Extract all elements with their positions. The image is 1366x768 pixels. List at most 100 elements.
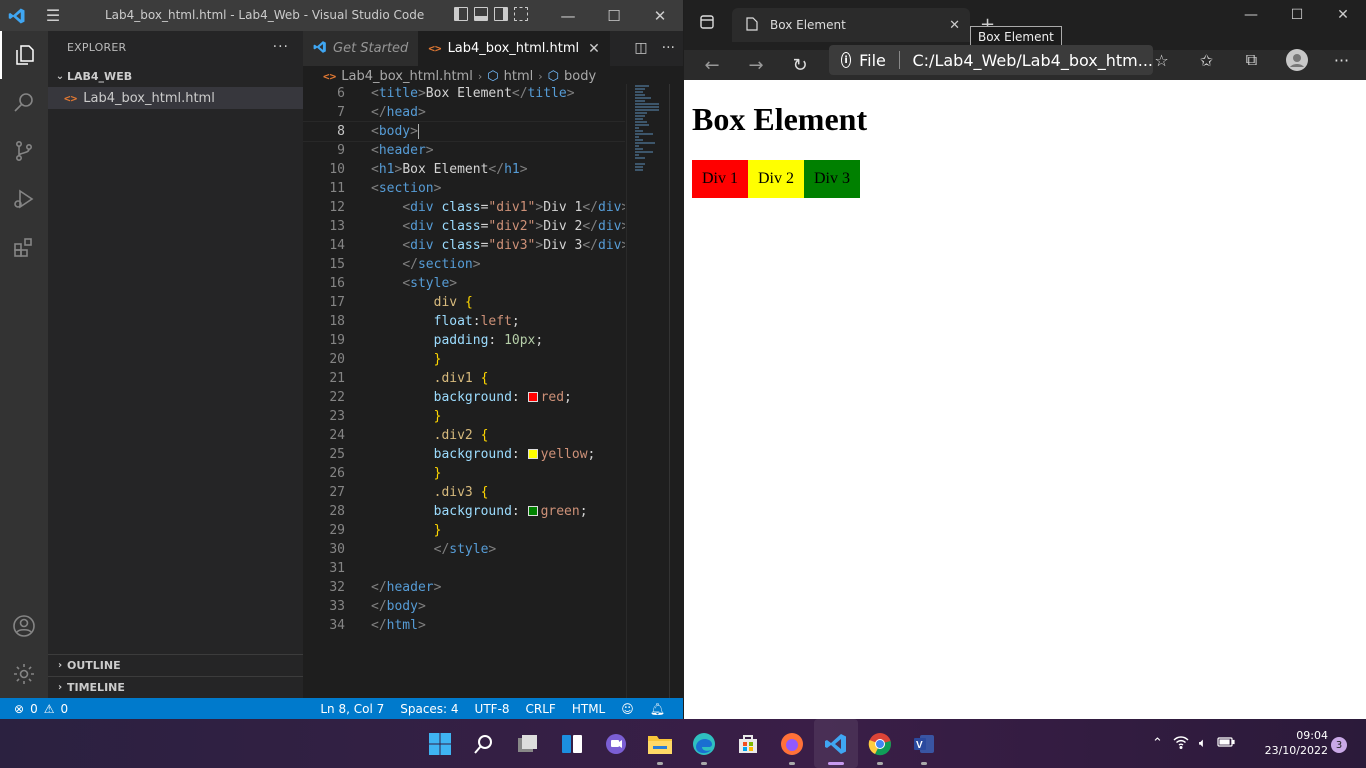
- editor-scrollbar[interactable]: [669, 84, 683, 698]
- code-line[interactable]: 13 <div class="div2">Div 2</div>: [303, 217, 625, 236]
- battery-icon[interactable]: [1217, 736, 1235, 752]
- code-line[interactable]: 26 }: [303, 464, 625, 483]
- teams-chat-icon[interactable]: [594, 719, 638, 768]
- start-icon[interactable]: [418, 719, 462, 768]
- encoding[interactable]: UTF-8: [475, 702, 510, 716]
- breadcrumb-file[interactable]: Lab4_box_html.html: [341, 69, 473, 84]
- code-line[interactable]: 16 <style>: [303, 274, 625, 293]
- timeline-section[interactable]: › TIMELINE: [48, 676, 303, 698]
- code-line[interactable]: 24 .div2 {: [303, 426, 625, 445]
- vscode-icon[interactable]: [814, 719, 858, 768]
- feedback-icon[interactable]: ☺: [621, 702, 634, 716]
- minimize-button[interactable]: —: [1228, 0, 1274, 30]
- add-favorite-icon[interactable]: ☆: [1139, 47, 1184, 73]
- forward-arrow-icon[interactable]: →: [734, 52, 778, 78]
- close-button[interactable]: ✕: [637, 0, 683, 31]
- widgets-icon[interactable]: [550, 719, 594, 768]
- maximize-button[interactable]: ☐: [1274, 0, 1320, 30]
- store-icon[interactable]: [726, 719, 770, 768]
- notification-badge[interactable]: 3: [1331, 737, 1347, 753]
- breadcrumb-html[interactable]: html: [504, 69, 534, 84]
- cursor-position[interactable]: Ln 8, Col 7: [320, 702, 384, 716]
- maximize-button[interactable]: ☐: [591, 0, 637, 31]
- settings-more-icon[interactable]: ···: [1319, 47, 1364, 73]
- customize-layout-icon[interactable]: [514, 7, 528, 21]
- code-line[interactable]: 33 </body>: [303, 597, 625, 616]
- search-icon[interactable]: [462, 719, 506, 768]
- close-button[interactable]: ✕: [1320, 0, 1366, 30]
- code-line[interactable]: 27 .div3 {: [303, 483, 625, 502]
- favorites-icon[interactable]: ✩: [1184, 47, 1229, 73]
- code-editor[interactable]: 6 <title>Box Element</title> 7 </head> 8 <bod…: [303, 84, 625, 689]
- wifi-icon[interactable]: [1173, 735, 1189, 753]
- explorer-icon[interactable]: [0, 31, 48, 79]
- workspace-folder[interactable]: ⌄ LAB4_WEB: [48, 65, 303, 87]
- toggle-panel-icon[interactable]: [474, 7, 488, 21]
- refresh-icon[interactable]: ↻: [778, 52, 822, 78]
- language-mode[interactable]: HTML: [572, 702, 605, 716]
- settings-gear-icon[interactable]: [0, 650, 48, 698]
- code-line[interactable]: 7 </head>: [303, 103, 625, 122]
- visio-icon[interactable]: V: [902, 719, 946, 768]
- edge-icon[interactable]: [682, 719, 726, 768]
- volume-icon[interactable]: 🔈︎: [1199, 736, 1207, 751]
- extensions-icon[interactable]: [0, 223, 48, 271]
- minimize-button[interactable]: —: [545, 0, 591, 31]
- accounts-icon[interactable]: [0, 602, 48, 650]
- explorer-file-item[interactable]: <> Lab4_box_html.html: [48, 87, 303, 109]
- firefox-icon[interactable]: [770, 719, 814, 768]
- task-view-icon[interactable]: [506, 719, 550, 768]
- code-line[interactable]: 19 padding: 10px;: [303, 331, 625, 350]
- code-line[interactable]: 20 }: [303, 350, 625, 369]
- code-line[interactable]: 31: [303, 559, 625, 578]
- chevron-up-icon[interactable]: ⌃: [1152, 736, 1163, 751]
- clock[interactable]: 09:04 23/10/2022: [1258, 728, 1328, 758]
- breadcrumb-body[interactable]: body: [564, 69, 596, 84]
- run-debug-icon[interactable]: [0, 175, 48, 223]
- code-line[interactable]: 6 <title>Box Element</title>: [303, 84, 625, 103]
- toggle-secondary-sidebar-icon[interactable]: [494, 7, 508, 21]
- code-line[interactable]: 18 float:left;: [303, 312, 625, 331]
- more-actions-icon[interactable]: ···: [662, 40, 675, 56]
- notifications-bell-icon[interactable]: 🔔︎: [650, 702, 665, 716]
- code-line[interactable]: 9 <header>: [303, 141, 625, 160]
- tab-actions-menu-icon[interactable]: [699, 14, 717, 32]
- more-actions-icon[interactable]: ···: [273, 39, 289, 55]
- back-arrow-icon[interactable]: ←: [690, 52, 734, 78]
- tab-lab4-box-html[interactable]: <> Lab4_box_html.html ✕: [418, 31, 610, 66]
- code-line[interactable]: 30 </style>: [303, 540, 625, 559]
- outline-section[interactable]: › OUTLINE: [48, 654, 303, 676]
- code-line[interactable]: 28 background: green;: [303, 502, 625, 521]
- code-line[interactable]: 10 <h1>Box Element</h1>: [303, 160, 625, 179]
- code-line[interactable]: 21 .div1 {: [303, 369, 625, 388]
- collections-icon[interactable]: ⧉: [1229, 47, 1274, 73]
- browser-tab[interactable]: Box Element ✕: [732, 8, 970, 42]
- chrome-icon[interactable]: [858, 719, 902, 768]
- code-line[interactable]: 14 <div class="div3">Div 3</div>: [303, 236, 625, 255]
- address-bar[interactable]: i File C:/Lab4_Web/Lab4_box_htm...: [829, 45, 1153, 75]
- code-line[interactable]: 8 <body>: [303, 121, 625, 142]
- toggle-sidebar-icon[interactable]: [454, 7, 468, 21]
- minimap[interactable]: [626, 84, 670, 698]
- file-explorer-icon[interactable]: [638, 719, 682, 768]
- close-tab-icon[interactable]: ✕: [949, 18, 960, 33]
- tab-get-started[interactable]: Get Started: [303, 31, 419, 66]
- code-line[interactable]: 29 }: [303, 521, 625, 540]
- profile-avatar[interactable]: [1274, 47, 1319, 73]
- indentation[interactable]: Spaces: 4: [400, 702, 458, 716]
- search-icon[interactable]: [0, 79, 48, 127]
- close-tab-icon[interactable]: ✕: [588, 41, 600, 57]
- menu-hamburger-icon[interactable]: ☰: [34, 0, 72, 31]
- info-icon[interactable]: i: [841, 52, 852, 68]
- code-line[interactable]: 22 background: red;: [303, 388, 625, 407]
- code-line[interactable]: 32 </header>: [303, 578, 625, 597]
- code-line[interactable]: 23 }: [303, 407, 625, 426]
- code-line[interactable]: 25 background: yellow;: [303, 445, 625, 464]
- code-line[interactable]: 34 </html>: [303, 616, 625, 635]
- code-line[interactable]: 11 <section>: [303, 179, 625, 198]
- problems-status[interactable]: ⊗ 0 ⚠ 0: [0, 702, 68, 716]
- source-control-icon[interactable]: [0, 127, 48, 175]
- code-line[interactable]: 15 </section>: [303, 255, 625, 274]
- code-line[interactable]: 12 <div class="div1">Div 1</div>: [303, 198, 625, 217]
- end-of-line[interactable]: CRLF: [526, 702, 556, 716]
